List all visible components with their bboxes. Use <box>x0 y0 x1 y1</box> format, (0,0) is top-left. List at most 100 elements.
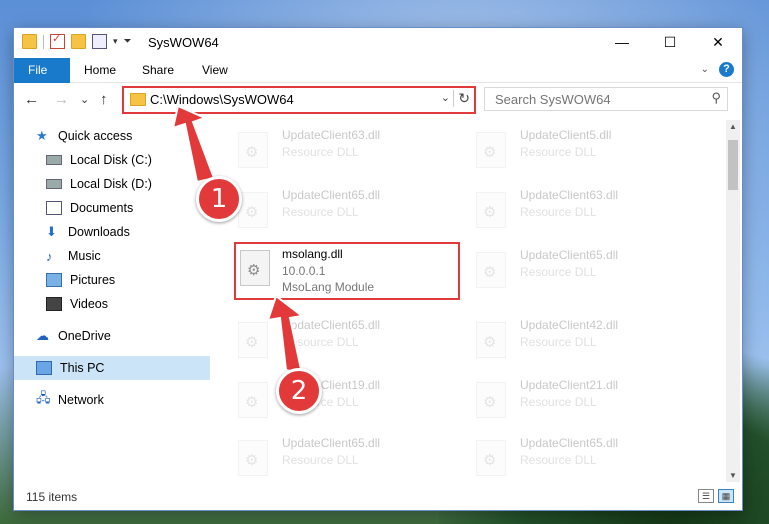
file-item[interactable]: ⚙ UpdateClient21.dll Resource DLL <box>448 374 668 422</box>
recent-locations-button[interactable]: ⌄ <box>80 93 89 106</box>
gear-icon: ⚙ <box>245 144 259 161</box>
file-name: UpdateClient63.dll <box>282 128 381 142</box>
sidebar-item-label: OneDrive <box>58 329 111 343</box>
file-item[interactable]: ⚙ UpdateClient65.dll Resource DLL <box>210 432 430 478</box>
file-name: UpdateClient65.dll <box>520 248 619 262</box>
sidebar-item-local-disk-c[interactable]: Local Disk (C:) 📌 <box>14 148 238 172</box>
file-name: UpdateClient42.dll <box>520 318 619 332</box>
download-icon: ⬇ <box>46 224 57 239</box>
step-badge-2: 2 <box>276 368 322 414</box>
new-folder-icon[interactable] <box>71 34 86 49</box>
gear-icon: ⚙ <box>247 262 261 279</box>
minimize-button[interactable]: — <box>598 28 646 56</box>
forward-button[interactable]: → <box>54 91 69 108</box>
file-list: ⚙ UpdateClient63.dll Resource DLL ⚙ Upda… <box>210 120 724 478</box>
dll-file-icon: ⚙ <box>238 192 268 228</box>
cloud-icon: ☁ <box>36 328 49 343</box>
file-item[interactable]: ⚙ UpdateClient42.dll Resource DLL <box>448 314 668 362</box>
sidebar-item-quick-access[interactable]: ★ Quick access <box>14 124 228 148</box>
dll-file-icon: ⚙ <box>238 322 268 358</box>
customize-icon[interactable] <box>92 34 107 49</box>
file-item[interactable]: ⚙ UpdateClient65.dll Resource DLL <box>210 184 430 232</box>
dll-file-icon: ⚙ <box>476 132 506 168</box>
search-input[interactable] <box>493 88 697 110</box>
dll-file-icon: ⚙ <box>238 382 268 418</box>
sidebar-item-label: Music <box>68 249 101 263</box>
sidebar-item-videos[interactable]: Videos 📌 <box>14 292 238 316</box>
network-icon: 🖧 <box>36 390 51 405</box>
sidebar-item-music[interactable]: ♪ Music 📌 <box>14 244 238 268</box>
file-item[interactable]: ⚙ UpdateClient65.dll Resource DLL <box>210 314 430 362</box>
window-title: SysWOW64 <box>148 35 219 50</box>
close-button[interactable]: ✕ <box>694 28 742 56</box>
sidebar-item-label: Local Disk (C:) <box>70 153 152 167</box>
file-item[interactable]: ⚙ UpdateClient65.dll Resource DLL <box>448 244 668 292</box>
file-version: 10.0.0.1 <box>282 264 326 278</box>
address-path[interactable]: C:\Windows\SysWOW64 <box>150 92 294 107</box>
maximize-button[interactable]: ☐ <box>646 28 694 56</box>
navigation-bar: ← → ⌄ ↑ C:\Windows\SysWOW64 ⌄ ↻ ⚲ <box>14 83 742 117</box>
tab-view[interactable]: View <box>188 58 242 82</box>
details-view-icon[interactable]: ☰ <box>698 489 714 503</box>
scroll-down-icon[interactable]: ▼ <box>729 471 737 480</box>
quick-access-toolbar: ▾ ⏷ <box>22 32 132 49</box>
gear-icon: ⚙ <box>483 452 497 469</box>
address-bar[interactable]: C:\Windows\SysWOW64 ⌄ ↻ <box>122 86 476 114</box>
sidebar-item-label: Local Disk (D:) <box>70 177 152 191</box>
scroll-thumb[interactable] <box>728 140 738 190</box>
gear-icon: ⚙ <box>483 144 497 161</box>
search-box[interactable]: ⚲ <box>484 87 728 111</box>
sidebar-item-network[interactable]: 🖧 Network <box>14 388 228 412</box>
dll-file-icon: ⚙ <box>476 252 506 288</box>
sidebar-item-label: Downloads <box>68 225 130 239</box>
sidebar-item-label: Quick access <box>58 129 133 143</box>
title-bar: ▾ ⏷ SysWOW64 — ☐ ✕ <box>14 28 742 58</box>
dll-file-icon: ⚙ <box>238 440 268 476</box>
file-name: UpdateClient5.dll <box>520 128 612 142</box>
help-icon[interactable]: ? <box>719 62 734 77</box>
file-type: MsoLang Module <box>282 280 375 294</box>
expand-ribbon-icon[interactable]: ⌄ <box>701 64 709 75</box>
chevron-down-icon[interactable]: ⌄ <box>441 91 450 104</box>
up-button[interactable]: ↑ <box>100 91 108 108</box>
tab-home[interactable]: Home <box>70 58 130 82</box>
drive-icon <box>46 179 62 189</box>
file-item-msolang[interactable]: ⚙ msolang.dll 10.0.0.1 MsoLang Module <box>234 242 460 300</box>
file-type: Resource DLL <box>282 205 359 219</box>
sidebar-item-pictures[interactable]: Pictures 📌 <box>14 268 238 292</box>
qat-dropdown-icon[interactable]: ⏷ <box>124 36 132 47</box>
refresh-icon[interactable]: ↻ <box>453 90 470 107</box>
file-type: Resource DLL <box>520 335 597 349</box>
file-type: Resource DLL <box>282 335 359 349</box>
window-controls: — ☐ ✕ <box>598 28 742 56</box>
vertical-scrollbar[interactable]: ▲ ▼ <box>726 120 740 482</box>
gear-icon: ⚙ <box>483 264 497 281</box>
search-icon: ⚲ <box>711 90 721 105</box>
dll-file-icon: ⚙ <box>476 382 506 418</box>
videos-icon <box>46 297 62 311</box>
folder-icon <box>22 34 37 49</box>
sidebar-item-onedrive[interactable]: ☁ OneDrive <box>14 324 228 348</box>
file-type: Resource DLL <box>282 145 359 159</box>
star-icon: ★ <box>36 128 48 143</box>
dll-file-icon: ⚙ <box>476 192 506 228</box>
tab-share[interactable]: Share <box>128 58 188 82</box>
sidebar-item-this-pc[interactable]: This PC <box>14 356 228 380</box>
dll-file-icon: ⚙ <box>476 322 506 358</box>
sidebar-item-downloads[interactable]: ⬇ Downloads 📌 <box>14 220 238 244</box>
gear-icon: ⚙ <box>245 394 259 411</box>
step-badge-1: 1 <box>196 176 242 222</box>
folder-icon <box>130 93 146 106</box>
tiles-view-icon[interactable]: ▦ <box>718 489 734 503</box>
file-name: UpdateClient21.dll <box>520 378 619 392</box>
scroll-up-icon[interactable]: ▲ <box>729 122 737 131</box>
back-button[interactable]: ← <box>24 91 39 108</box>
file-name: msolang.dll <box>282 247 343 261</box>
documents-icon <box>46 201 62 215</box>
properties-check-icon[interactable] <box>50 32 65 49</box>
file-item[interactable]: ⚙ UpdateClient63.dll Resource DLL <box>210 124 430 172</box>
file-item[interactable]: ⚙ UpdateClient63.dll Resource DLL <box>448 184 668 232</box>
file-item[interactable]: ⚙ UpdateClient5.dll Resource DLL <box>448 124 668 172</box>
file-item[interactable]: ⚙ UpdateClient65.dll Resource DLL <box>448 432 668 478</box>
chevron-down-icon[interactable]: ▾ <box>113 36 118 47</box>
